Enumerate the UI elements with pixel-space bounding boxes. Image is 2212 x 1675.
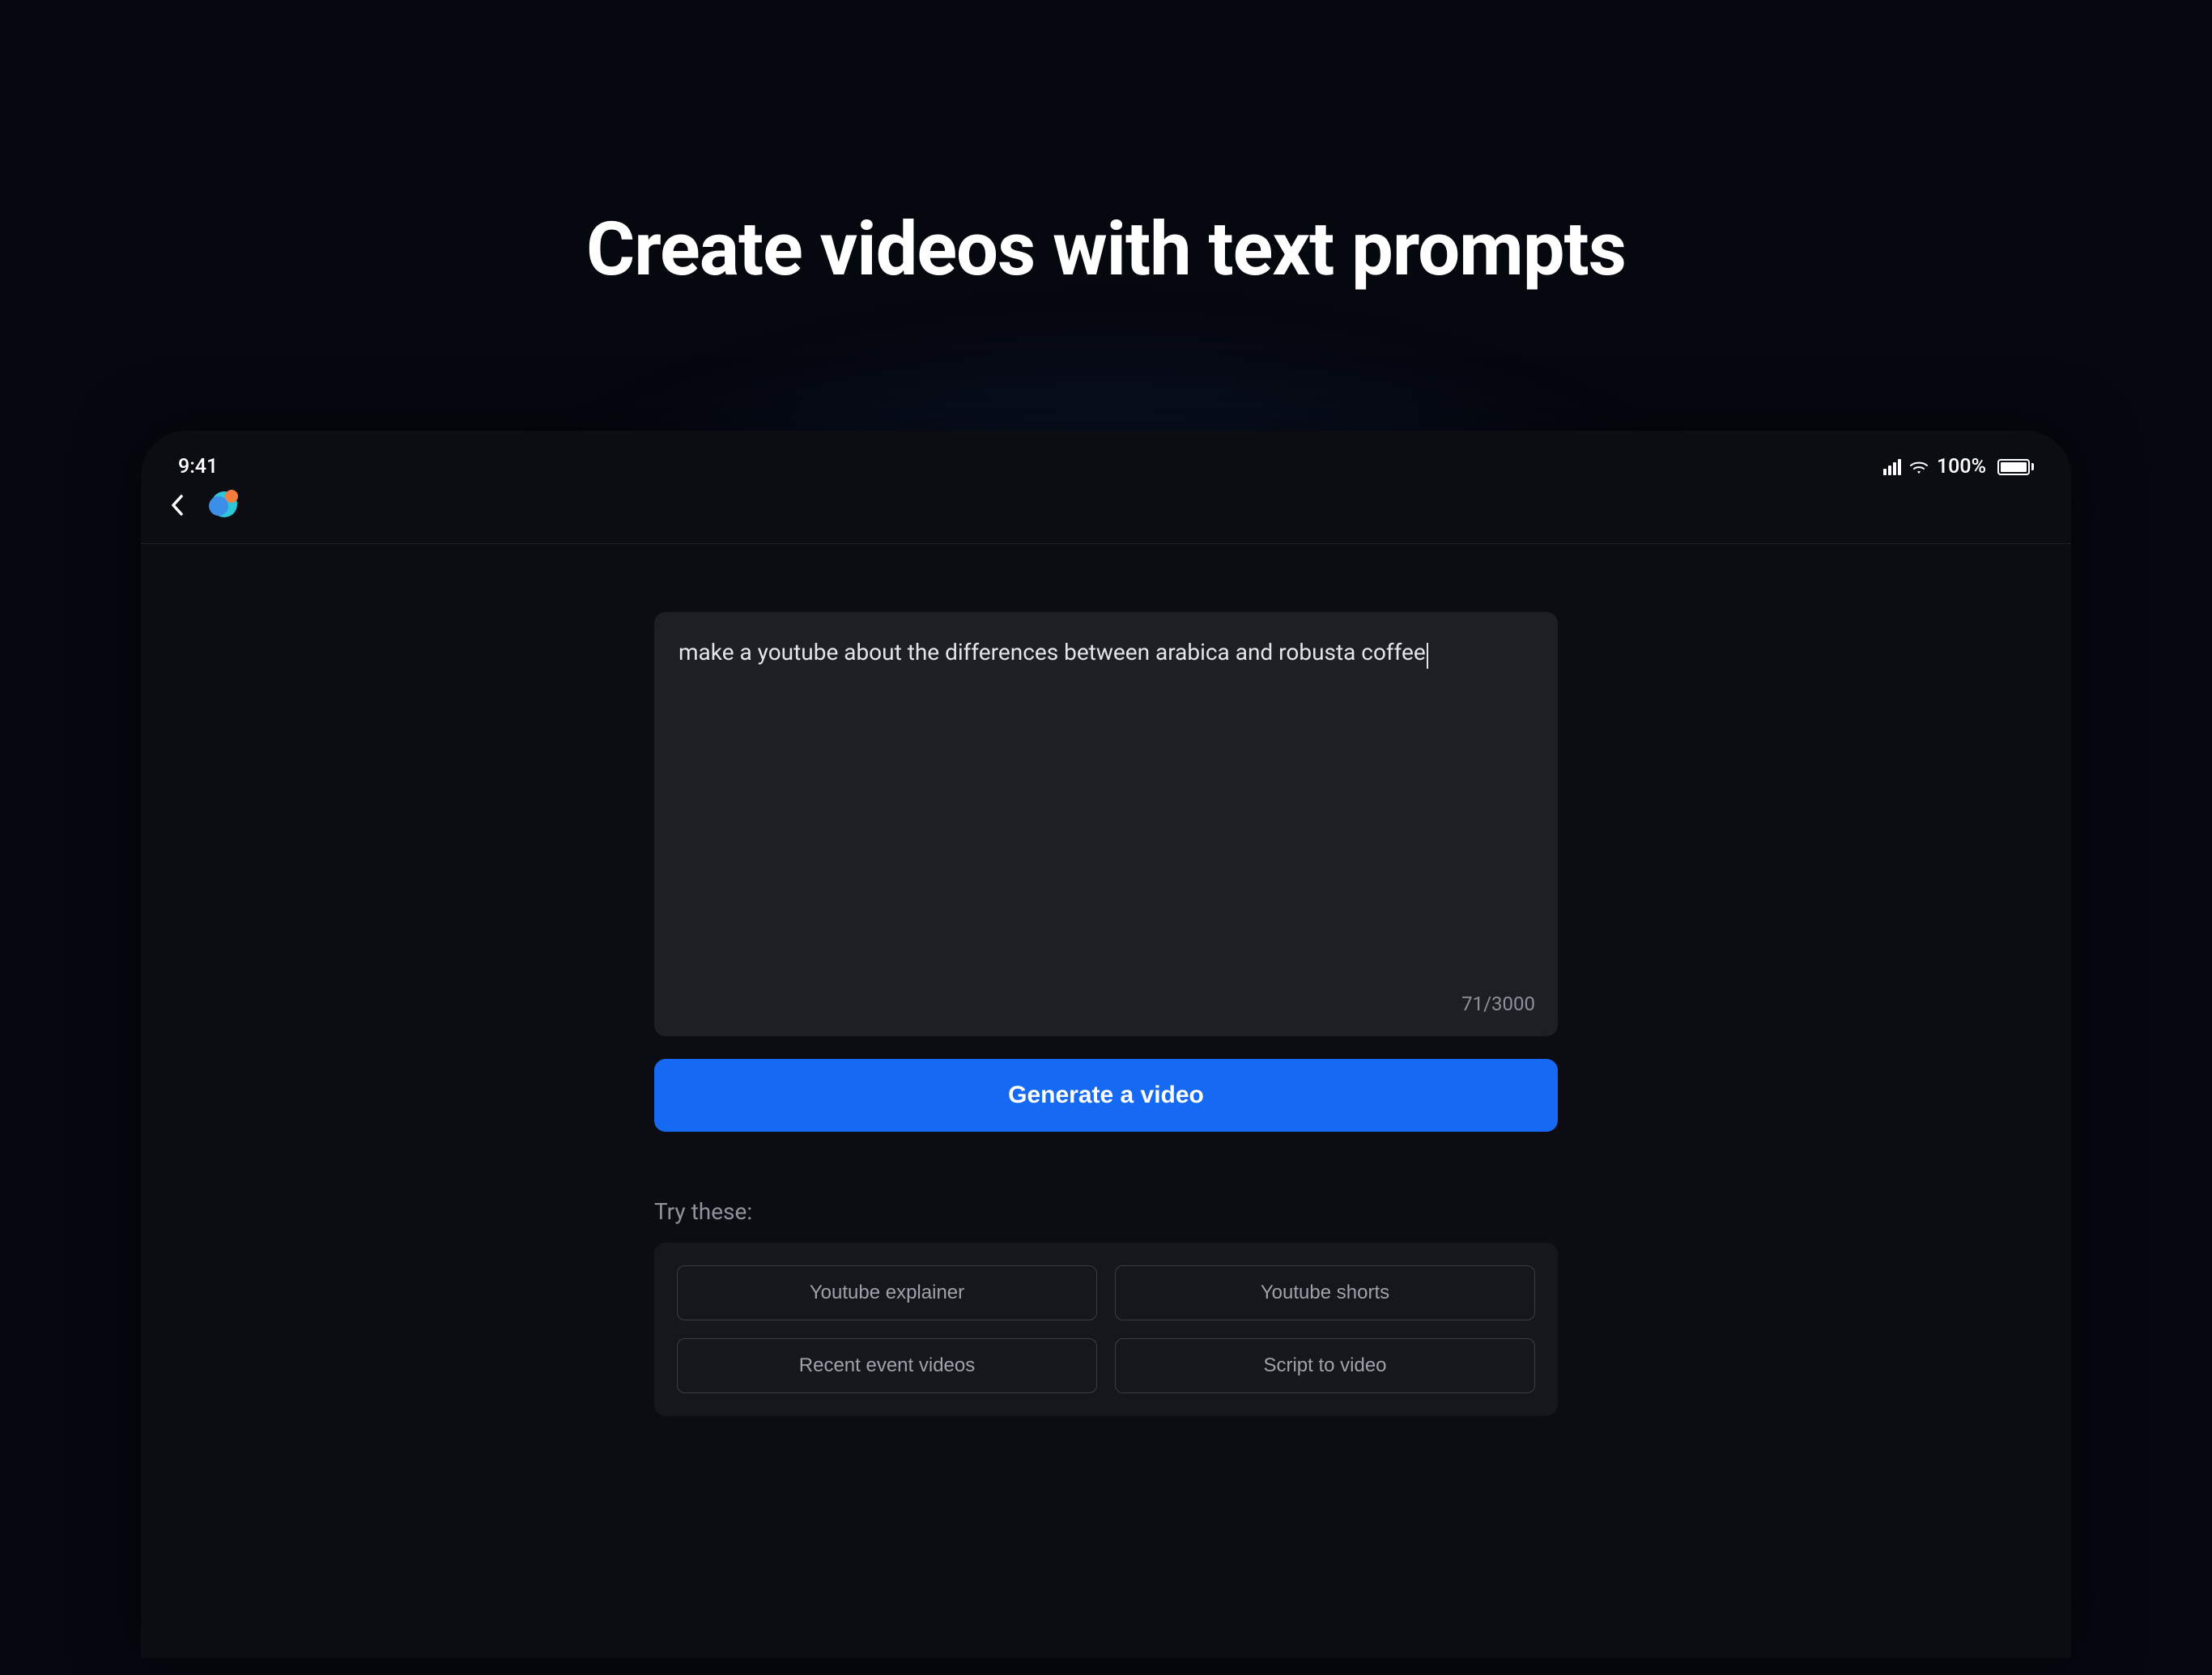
suggestion-youtube-shorts[interactable]: Youtube shorts	[1115, 1265, 1535, 1320]
wifi-icon	[1909, 459, 1929, 475]
device-frame: 9:41 100%	[141, 431, 2071, 1658]
prompt-input[interactable]: make a youtube about the differences bet…	[654, 612, 1558, 1036]
cellular-icon	[1883, 459, 1901, 475]
status-bar: 9:41 100%	[141, 431, 2071, 485]
battery-icon	[1994, 459, 2034, 475]
nav-bar	[141, 485, 2071, 543]
page-title: Create videos with text prompts	[0, 206, 2212, 293]
suggestion-script-to-video[interactable]: Script to video	[1115, 1338, 1535, 1393]
suggestions-panel: Youtube explainer Youtube shorts Recent …	[654, 1243, 1558, 1416]
suggestion-youtube-explainer[interactable]: Youtube explainer	[677, 1265, 1097, 1320]
battery-label: 100%	[1937, 455, 1986, 478]
suggestions-heading: Try these:	[654, 1198, 1558, 1225]
back-button[interactable]	[165, 493, 189, 517]
text-cursor	[1427, 643, 1428, 669]
app-logo-icon	[207, 488, 241, 522]
suggestion-recent-event-videos[interactable]: Recent event videos	[677, 1338, 1097, 1393]
status-time: 9:41	[178, 455, 218, 478]
prompt-text: make a youtube about the differences bet…	[678, 639, 1428, 665]
generate-button[interactable]: Generate a video	[654, 1059, 1558, 1132]
char-counter: 71/3000	[1461, 993, 1535, 1015]
